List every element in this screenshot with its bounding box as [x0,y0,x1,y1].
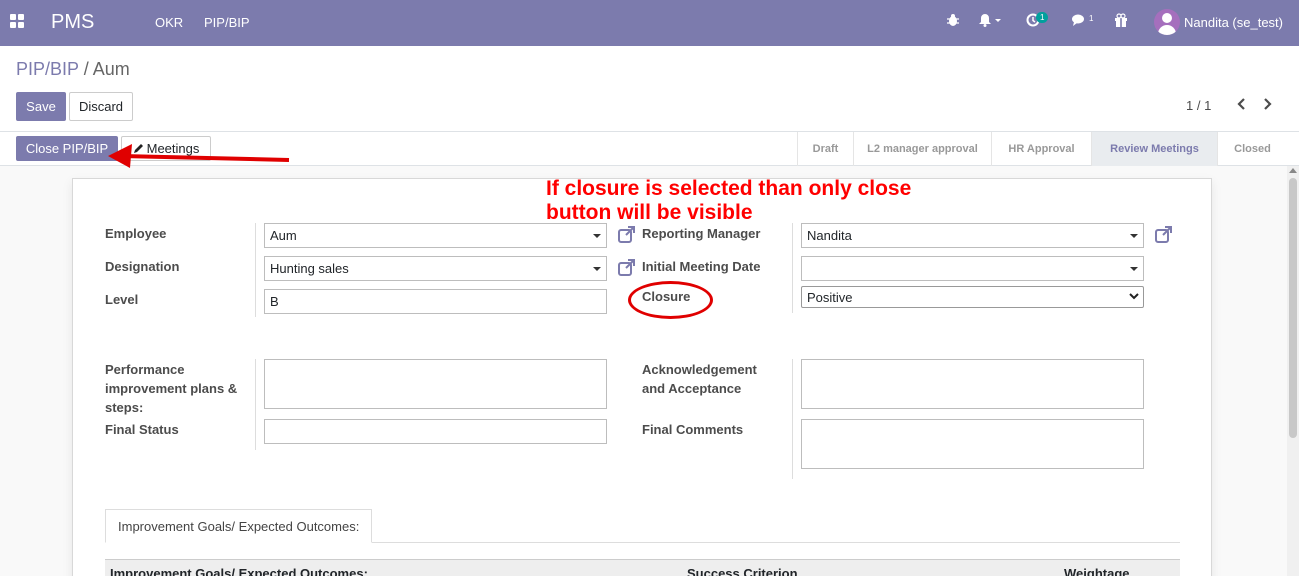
column-improvement-goals[interactable]: Improvement Goals/ Expected Outcomes: [110,566,368,576]
designation-select[interactable]: Hunting sales [264,256,607,281]
pip-steps-textarea[interactable] [264,359,607,409]
pager-value[interactable]: 1 / 1 [1186,98,1211,113]
reporting-manager-label: Reporting Manager [642,226,761,241]
divider [792,359,793,479]
annotation-note: If closure is selected than only close b… [546,177,911,225]
messages-count: 1 [1089,14,1094,23]
column-success-criterion[interactable]: Success Criterion [687,566,798,576]
user-menu[interactable]: Nandita (se_test) [1184,15,1283,30]
breadcrumb-parent[interactable]: PIP/BIP [16,59,79,79]
stage-closed[interactable]: Closed [1217,132,1287,166]
gift-icon[interactable] [1114,13,1128,30]
breadcrumb: PIP/BIP / Aum [16,59,130,80]
level-value: B [270,294,279,309]
user-avatar[interactable] [1154,9,1180,35]
apps-menu-icon[interactable] [10,14,26,30]
save-button[interactable]: Save [16,92,66,121]
menu-okr[interactable]: OKR [155,15,183,30]
divider [255,359,256,450]
designation-label: Designation [105,259,180,274]
designation-value: Hunting sales [270,261,349,276]
dropdown-caret-icon [1130,234,1138,238]
stage-l2-manager-approval[interactable]: L2 manager approval [853,132,991,166]
chevron-down-icon [1129,293,1139,300]
breadcrumb-current: Aum [92,59,130,79]
notification-bell-icon[interactable] [978,13,1002,30]
dropdown-caret-icon [593,267,601,271]
discard-button[interactable]: Discard [69,92,133,121]
scroll-up-icon[interactable] [1289,168,1297,173]
final-status-input[interactable] [264,419,607,444]
annotation-circle [628,281,713,319]
pip-steps-label: Performance improvement plans & steps: [105,362,238,415]
app-brand[interactable]: PMS [51,11,94,34]
breadcrumb-separator: / [83,59,89,79]
initial-meeting-date-label: Initial Meeting Date [642,259,761,274]
final-comments-label: Final Comments [642,422,744,437]
goals-table-header: Improvement Goals/ Expected Outcomes: Su… [105,559,1180,576]
external-link-icon[interactable] [618,226,638,246]
stage-draft[interactable]: Draft [797,132,853,166]
acknowledgement-textarea[interactable] [801,359,1144,409]
menu-pip-bip[interactable]: PIP/BIP [204,15,250,30]
closure-value: Positive [807,289,853,305]
debug-bug-icon[interactable] [946,13,960,30]
acknowledgement-label: Acknowledgement and Acceptance [642,362,757,396]
tab-improvement-goals[interactable]: Improvement Goals/ Expected Outcomes: [105,509,373,543]
form-sheet: Employee Aum Designation Hunting sales L… [72,178,1212,576]
stage-hr-approval[interactable]: HR Approval [991,132,1091,166]
column-weightage[interactable]: Weightage [1064,566,1130,576]
final-status-label: Final Status [105,422,179,437]
scrollbar-thumb[interactable] [1289,178,1297,438]
annotation-line-2: button will be visible [546,201,753,224]
divider [255,223,256,317]
stage-review-meetings[interactable]: Review Meetings [1091,132,1217,166]
level-label: Level [105,292,139,307]
pager-previous-icon[interactable] [1235,96,1247,114]
control-panel: PIP/BIP / Aum Save Discard 1 / 1 [0,46,1299,132]
employee-select[interactable]: Aum [264,223,607,248]
annotation-arrow [108,144,290,168]
external-link-icon[interactable] [1155,226,1175,246]
reporting-manager-value: Nandita [807,228,852,243]
external-link-icon[interactable] [618,259,638,279]
closure-select[interactable]: Positive [801,286,1144,308]
stage-pipeline: Draft L2 manager approval HR Approval Re… [797,132,1287,166]
initial-meeting-date-select[interactable] [801,256,1144,281]
pager-next-icon[interactable] [1262,96,1274,114]
top-navbar: PMS OKR PIP/BIP 1 1 Nandita (se_test) [0,0,1299,46]
dropdown-caret-icon [593,234,601,238]
final-comments-textarea[interactable] [801,419,1144,469]
reporting-manager-select[interactable]: Nandita [801,223,1144,248]
employee-label: Employee [105,226,167,241]
dropdown-caret-icon [1130,267,1138,271]
page-scrollbar[interactable] [1287,166,1299,576]
close-pip-button[interactable]: Close PIP/BIP [16,136,118,161]
level-input[interactable]: B [264,289,607,314]
activity-count-badge: 1 [1036,12,1049,23]
divider [792,223,793,313]
messages-chat-icon[interactable] [1071,13,1087,30]
employee-value: Aum [270,228,297,243]
annotation-line-1: If closure is selected than only close [546,177,912,200]
